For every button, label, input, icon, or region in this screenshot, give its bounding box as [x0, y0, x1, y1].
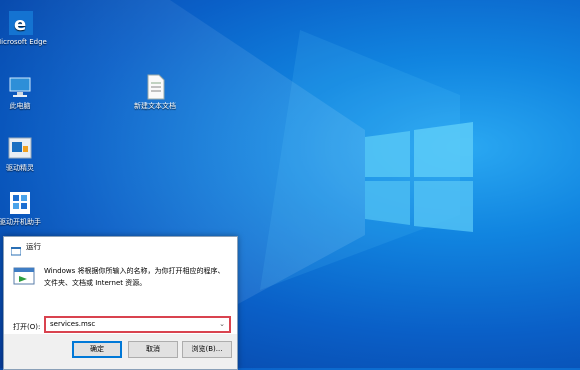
desktop-icon-computer[interactable]: 此电脑	[0, 74, 51, 111]
run-icon	[10, 241, 22, 256]
chevron-down-icon[interactable]: ⌄	[219, 320, 225, 328]
svg-text:e: e	[14, 14, 26, 35]
open-input[interactable]: services.msc ⌄	[44, 316, 231, 333]
open-input-value: services.msc	[50, 320, 96, 328]
desktop-icon-label: 驱动开机助手	[0, 218, 41, 226]
dialog-footer: 确定 取消 浏览(B)...	[4, 334, 237, 369]
browse-button[interactable]: 浏览(B)...	[182, 341, 232, 358]
desktop-icon-label: Microsoft Edge	[0, 38, 47, 46]
windows-logo	[365, 122, 473, 232]
desktop-icon-driver-tool[interactable]: 驱动精灵	[0, 136, 51, 173]
cancel-button[interactable]: 取消	[128, 341, 178, 358]
dialog-description: Windows 将根据你所输入的名称，为你打开相应的程序、文件夹、文档或 Int…	[44, 267, 225, 287]
dialog-title: 运行	[26, 242, 41, 251]
open-label: 打开(O):	[13, 323, 41, 331]
driver-tool-icon	[7, 136, 33, 162]
dialog-title-bar[interactable]: 运行	[4, 237, 237, 256]
desktop-icon-label: 驱动精灵	[6, 164, 34, 172]
text-file-icon	[142, 74, 168, 100]
desktop-icon-text-file[interactable]: 新建文本文档	[124, 74, 186, 111]
desktop-icon-label: 新建文本文档	[134, 102, 176, 110]
desktop-icon-label: 此电脑	[9, 102, 31, 110]
run-program-icon	[13, 266, 35, 286]
desktop-icon-driver-assistant[interactable]: 驱动开机助手	[0, 190, 51, 227]
dialog-body: Windows 将根据你所输入的名称，为你打开相应的程序、文件夹、文档或 Int…	[4, 256, 237, 334]
ok-button[interactable]: 确定	[72, 341, 122, 358]
computer-icon	[7, 74, 33, 100]
desktop-icon-edge[interactable]: e Microsoft Edge	[0, 10, 52, 47]
run-dialog: 运行 Windows 将根据你所输入的名称，为你打开相应的程序、文件夹、文档或 …	[3, 236, 238, 370]
puzzle-icon	[7, 190, 33, 216]
edge-icon: e	[8, 10, 34, 36]
